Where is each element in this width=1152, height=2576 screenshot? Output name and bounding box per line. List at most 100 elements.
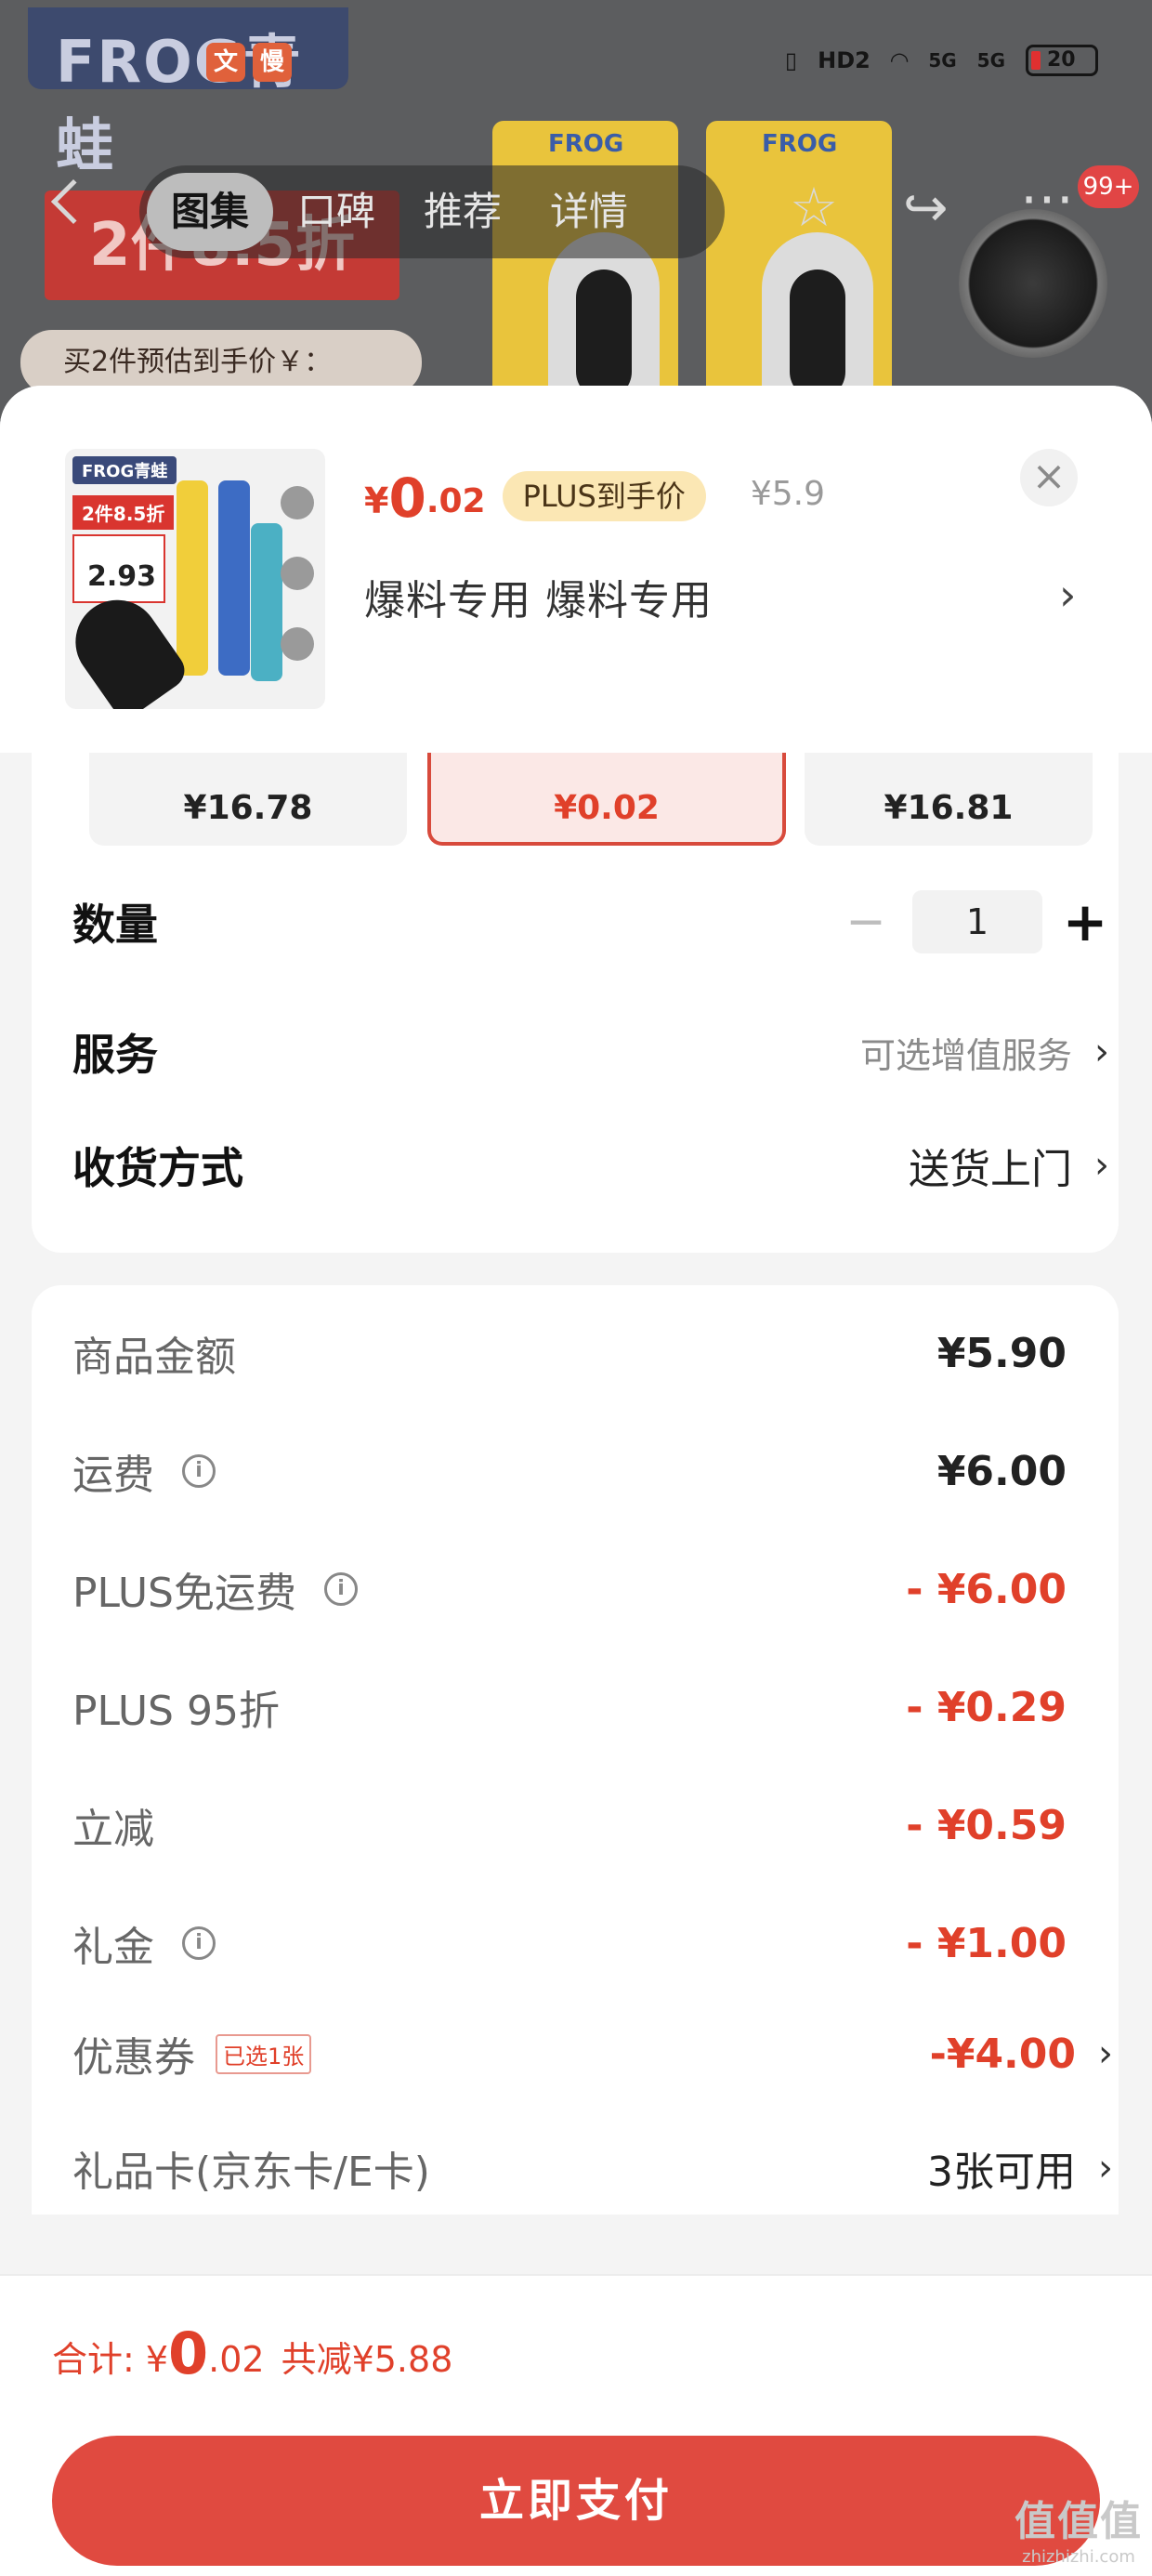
fee-label: 运费	[72, 1452, 154, 1499]
signal-icon: 5G	[976, 49, 1005, 72]
chevron-right-icon: ›	[1094, 1144, 1109, 1187]
fee-value: ¥5.90	[936, 1329, 1067, 1377]
fee-value: - ¥6.00	[906, 1565, 1067, 1613]
fee-value: -¥4.00	[929, 2030, 1076, 2078]
toothbrush-pack: FROG	[706, 121, 892, 427]
signal-icon: 5G	[928, 49, 957, 72]
thumb-price: 2.93	[72, 534, 165, 603]
product-summary: FROG青蛙 2件8.5折 2.93 ¥ 0 .02 PLUS到手价 ¥5.9 …	[0, 386, 1152, 753]
brand-logo: FROG青蛙	[28, 7, 348, 179]
total-saved: 共减¥5.88	[281, 2339, 453, 2380]
tab-reviews[interactable]: 口碑	[273, 173, 399, 251]
coupon-right: -¥4.00 ›	[930, 2031, 1113, 2078]
info-icon[interactable]: i	[182, 1926, 216, 1960]
fee-row-gift-money: 礼金 i - ¥1.00	[72, 1911, 1067, 1976]
thumb-promo: 2件8.5折	[72, 495, 175, 530]
total-label: 合计:	[52, 2339, 135, 2380]
fee-label: 立减	[72, 1806, 154, 1853]
original-price: ¥5.9	[750, 475, 826, 513]
status-bar: ▯ HD2 ◠ 5G 5G 20	[785, 45, 1098, 76]
message-count-badge: 99+	[1078, 165, 1139, 208]
pack-label: FROG	[762, 130, 838, 158]
fee-value: 3张可用	[927, 2149, 1076, 2196]
watermark: 值值值 zhizhizhi.com	[1015, 2488, 1143, 2567]
chevron-right-icon: ›	[1098, 2147, 1113, 2189]
price-line: ¥ 0 .02 PLUS到手价 ¥5.9	[364, 469, 825, 527]
service-row[interactable]: 服务 可选增值服务 ›	[72, 1015, 1109, 1089]
fee-row-instant-cut: 立减 - ¥0.59	[72, 1793, 1067, 1858]
total-decimal: .02	[208, 2339, 265, 2380]
tab-recommend[interactable]: 推荐	[399, 173, 526, 251]
plus-icon[interactable]: +	[1061, 890, 1109, 953]
app-badge: 文	[206, 43, 245, 82]
brush-teal	[251, 523, 282, 681]
fee-row-plus-discount: PLUS 95折 - ¥0.29	[72, 1675, 1067, 1740]
app-badges: 文 慢	[206, 43, 292, 82]
delivery-value: 送货上门	[909, 1146, 1072, 1193]
background-product-page: FROG青蛙 文 慢 ▯ HD2 ◠ 5G 5G 20 2件8.5折 FROG …	[0, 0, 1152, 427]
chevron-right-icon: ›	[1098, 2032, 1113, 2075]
fee-label: PLUS免运费	[72, 1570, 296, 1617]
options-card: ¥16.78 ¥0.02 ¥16.81 数量 − 1 + 服务 可选增值服务 ›…	[32, 753, 1119, 1253]
quantity-stepper: − 1 +	[842, 890, 1109, 953]
chevron-right-icon[interactable]: ›	[1059, 570, 1076, 620]
sku-option[interactable]: ¥16.81	[805, 753, 1093, 846]
share-icon[interactable]: ↪	[903, 175, 949, 240]
tab-details[interactable]: 详情	[526, 173, 652, 251]
delivery-row[interactable]: 收货方式 送货上门 ›	[72, 1128, 1109, 1203]
brush-detail-thumbnail	[959, 209, 1107, 358]
hd-indicator: HD2	[818, 47, 871, 73]
thumb-brand: FROG青蛙	[72, 456, 177, 484]
service-label: 服务	[72, 1030, 158, 1080]
fee-row-goods: 商品金额 ¥5.90	[72, 1321, 1067, 1386]
total-integer: 0	[168, 2320, 209, 2387]
fee-label: 礼品卡(京东卡/E卡)	[72, 2149, 430, 2196]
order-bottom-sheet: FROG青蛙 2件8.5折 2.93 ¥ 0 .02 PLUS到手价 ¥5.9 …	[0, 386, 1152, 2576]
quantity-input[interactable]: 1	[912, 890, 1042, 953]
pack-label: FROG	[548, 130, 624, 158]
product-thumbnail: FROG青蛙 2件8.5折 2.93	[65, 449, 325, 709]
favorite-star-icon[interactable]: ☆	[790, 175, 838, 240]
brush-yellow	[177, 480, 208, 676]
fee-value: - ¥1.00	[906, 1919, 1067, 1967]
battery-icon: 20	[1026, 45, 1098, 76]
fee-row-plus-shipping: PLUS免运费 i - ¥6.00	[72, 1557, 1067, 1622]
fee-label: 优惠券	[72, 2034, 195, 2082]
brush-head	[790, 269, 845, 400]
price-decimal: .02	[425, 482, 486, 520]
price-symbol: ¥	[364, 480, 389, 521]
sku-option-selected[interactable]: ¥0.02	[427, 753, 786, 846]
info-icon[interactable]: i	[182, 1454, 216, 1488]
chevron-right-icon: ›	[1094, 1031, 1109, 1073]
fee-value: ¥6.00	[936, 1447, 1067, 1495]
brush-blue	[218, 480, 250, 676]
delivery-right: 送货上门 ›	[909, 1136, 1109, 1195]
fee-label: 礼金	[72, 1924, 154, 1971]
price-integer: 0	[388, 467, 426, 530]
fee-row-coupon[interactable]: 优惠券 已选1张 -¥4.00 ›	[72, 2021, 1113, 2086]
total-symbol: ¥	[145, 2339, 168, 2380]
service-value: 可选增值服务	[859, 1034, 1072, 1076]
fee-label: PLUS 95折	[72, 1688, 280, 1735]
sku-selector: ¥16.78 ¥0.02 ¥16.81	[89, 753, 1093, 848]
fee-row-gift-card[interactable]: 礼品卡(京东卡/E卡) 3张可用 ›	[72, 2136, 1113, 2201]
tab-gallery[interactable]: 图集	[147, 173, 274, 251]
quantity-row: 数量 − 1 +	[72, 885, 1109, 959]
pay-now-button[interactable]: 立即支付	[52, 2436, 1100, 2566]
wifi-icon: ◠	[890, 47, 909, 73]
price-breakdown-card: 商品金额 ¥5.90 运费 i ¥6.00 PLUS免运费 i - ¥6.00 …	[32, 1285, 1119, 2215]
brush-head	[576, 269, 632, 400]
app-badge: 慢	[253, 43, 292, 82]
coupon-selected-tag: 已选1张	[216, 2033, 312, 2074]
gift-card-right: 3张可用 ›	[927, 2138, 1113, 2198]
plus-price-badge: PLUS到手价	[502, 471, 706, 521]
close-icon[interactable]: ×	[1020, 449, 1078, 506]
info-icon[interactable]: i	[324, 1572, 358, 1606]
delivery-label: 收货方式	[72, 1143, 243, 1193]
page-tabs: 图集 口碑 推荐 详情	[139, 165, 725, 258]
minus-icon[interactable]: −	[842, 894, 890, 950]
checkout-footer: 合计: ¥ 0 .02 共减¥5.88 立即支付 值值值 zhizhizhi.c…	[0, 2274, 1152, 2576]
selected-spec[interactable]: 爆料专用 爆料专用	[364, 567, 713, 626]
fee-label: 商品金额	[72, 1334, 236, 1381]
sku-option[interactable]: ¥16.78	[89, 753, 407, 846]
